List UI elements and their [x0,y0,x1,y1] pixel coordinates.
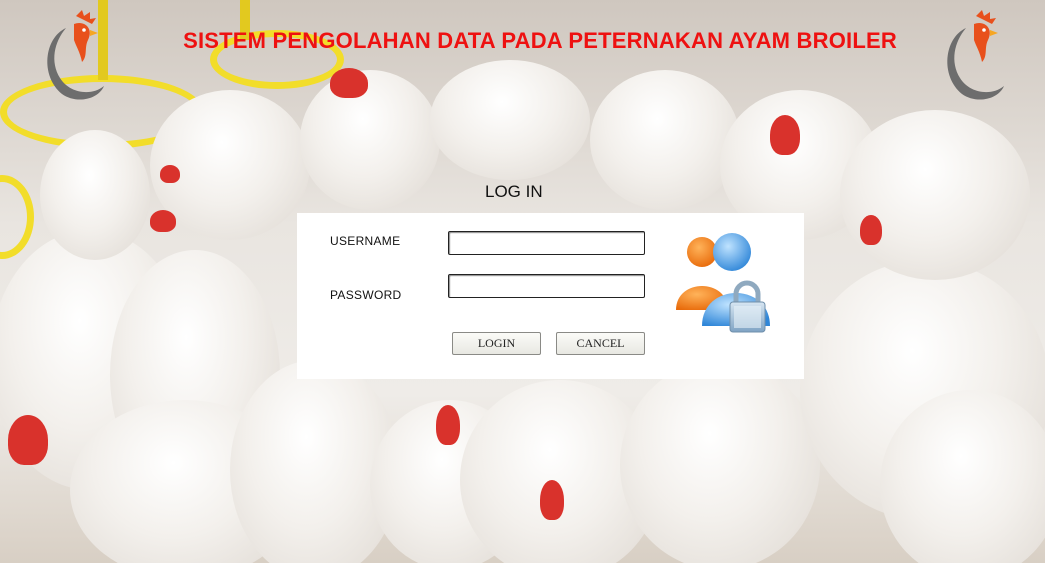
login-button[interactable]: LOGIN [452,332,541,355]
users-lock-icon [676,233,770,333]
password-input[interactable] [448,274,645,298]
password-label: PASSWORD [330,288,402,302]
username-label: USERNAME [330,234,401,248]
login-heading: LOG IN [485,182,543,201]
cancel-button[interactable]: CANCEL [556,332,645,355]
login-panel: USERNAME PASSWORD LOGIN CANCEL [297,213,804,379]
page-title: SISTEM PENGOLAHAN DATA PADA PETERNAKAN A… [183,28,897,53]
feeder-icon [0,175,34,259]
username-input[interactable] [448,231,645,255]
rooster-logo-icon [47,10,104,100]
rooster-logo-icon [947,10,1004,100]
